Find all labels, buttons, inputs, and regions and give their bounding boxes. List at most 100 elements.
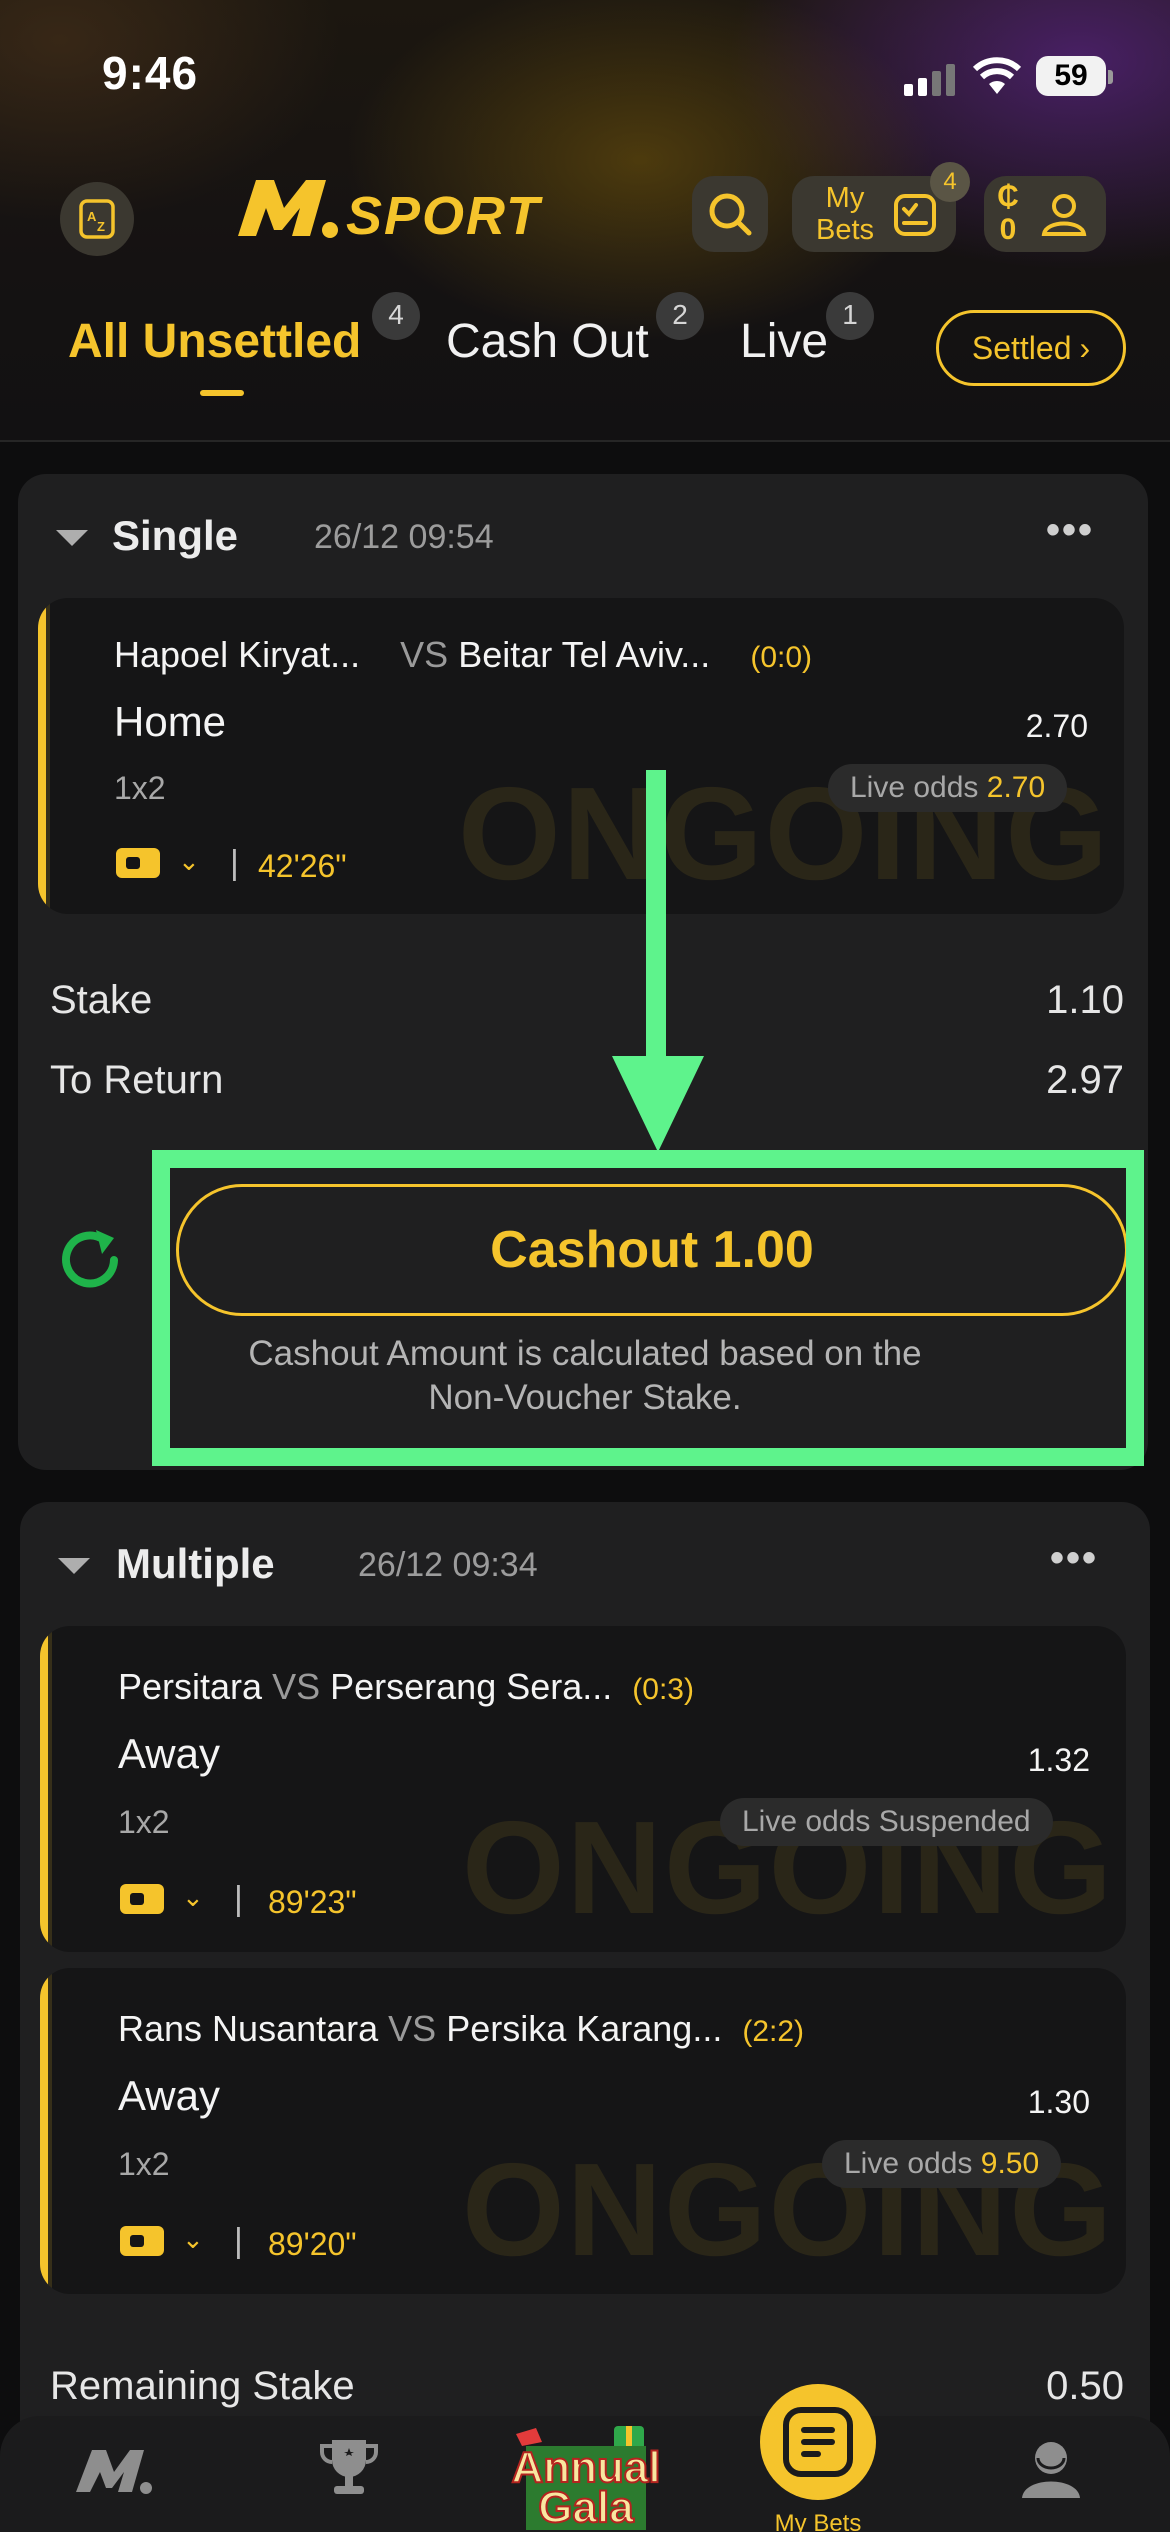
live-odds-suspended-pill: Live odds Suspended <box>720 1798 1053 1846</box>
multiple-section-title: Multiple <box>116 1540 275 1587</box>
status-time: 9:46 <box>102 47 199 99</box>
active-tab-indicator <box>200 390 244 396</box>
tab-cash-out[interactable]: Cash Out <box>446 314 649 369</box>
vs-label: VS <box>388 2008 437 2049</box>
market-type: 1x2 <box>118 1804 170 1840</box>
tab-cash-out-badge: 2 <box>656 292 704 340</box>
my-bets-nav-button[interactable] <box>760 2384 876 2500</box>
separator: | <box>234 2222 243 2260</box>
home-team: Rans Nusantara <box>118 2008 379 2049</box>
away-team: Persika Karang... <box>446 2008 723 2049</box>
home-team: Persitara <box>118 1666 263 1707</box>
annotation-arrow-shaft <box>646 770 666 1070</box>
search-icon <box>709 193 752 236</box>
chevron-down-icon[interactable]: ⌄ <box>178 846 200 877</box>
away-team: Beitar Tel Aviv... <box>458 634 711 675</box>
home-team: Hapoel Kiryat... <box>114 634 361 675</box>
collapse-triangle-icon[interactable] <box>58 1558 90 1574</box>
vs-label: VS <box>272 1666 321 1707</box>
wallet-balance: 0 <box>999 213 1017 246</box>
leg-accent-bar <box>40 1626 52 1952</box>
battery-icon: 59 <box>1036 56 1106 96</box>
battery-tip <box>1108 70 1113 84</box>
tab-all-unsettled-badge: 4 <box>372 292 420 340</box>
live-odds-label: Live odds <box>850 771 979 804</box>
my-bets-label-2: Bets <box>815 214 875 246</box>
selection-odds: 1.30 <box>1027 2084 1090 2120</box>
away-team: Perserang Sera... <box>330 1666 613 1707</box>
market-type: 1x2 <box>114 770 166 806</box>
tab-live-badge: 1 <box>826 292 874 340</box>
currency-symbol: ₵ <box>997 180 1019 213</box>
separator: | <box>230 844 239 882</box>
to-return-label: To Return <box>50 1058 224 1102</box>
separator: | <box>234 1880 243 1918</box>
match-teams: Persitara VS Perserang Sera... (0:3) <box>118 1666 694 1708</box>
more-options-icon[interactable]: ••• <box>1046 508 1094 553</box>
settled-button[interactable]: Settled › <box>936 310 1126 386</box>
my-bets-count-badge: 4 <box>930 162 970 202</box>
my-bets-button[interactable]: My Bets 4 <box>792 162 970 252</box>
live-odds-pill: Live odds 2.70 <box>828 764 1068 812</box>
wifi-icon <box>972 56 1022 96</box>
chevron-down-icon[interactable]: ⌄ <box>182 2224 204 2255</box>
annotation-arrow-head <box>612 1056 704 1152</box>
bet-list-icon <box>783 2407 853 2477</box>
refresh-icon[interactable] <box>52 1222 128 1298</box>
single-bet-date: 26/12 09:54 <box>314 518 494 556</box>
remaining-stake-value: 0.50 <box>1046 2364 1124 2408</box>
svg-text:Z: Z <box>97 219 105 234</box>
user-icon <box>1041 194 1087 236</box>
profile-icon[interactable] <box>1016 2434 1086 2509</box>
gala-line-2: Gala <box>537 2483 634 2532</box>
tab-live[interactable]: Live <box>740 314 828 369</box>
multiple-leg-2[interactable]: ONGOING Rans Nusantara VS Persika Karang… <box>40 1968 1126 2294</box>
stake-label: Stake <box>50 978 153 1022</box>
search-button[interactable] <box>692 176 768 252</box>
live-odds-pill: Live odds 9.50 <box>822 2140 1062 2188</box>
vs-label: VS <box>400 634 449 675</box>
match-clock: 89'20" <box>268 2226 357 2262</box>
match-score: (0:3) <box>632 1673 694 1706</box>
annual-gala-promo[interactable]: Annual Gala <box>496 2424 676 2532</box>
single-leg[interactable]: ONGOING Hapoel Kiryat... VS Beitar Tel A… <box>38 598 1124 914</box>
live-tv-icon[interactable] <box>120 1884 164 1914</box>
stake-value: 1.10 <box>1046 978 1124 1022</box>
match-clock: 42'26" <box>258 848 347 884</box>
my-bets-label-1: My <box>825 182 865 214</box>
match-teams: Hapoel Kiryat... VS Beitar Tel Aviv... (… <box>114 634 812 676</box>
sort-az-icon[interactable]: AZ <box>60 182 134 256</box>
match-score: (0:0) <box>750 641 813 674</box>
account-wallet-button[interactable]: ₵ 0 <box>984 176 1106 252</box>
market-type: 1x2 <box>118 2146 170 2182</box>
live-odds-value: 2.70 <box>986 771 1046 804</box>
trophy-icon[interactable] <box>314 2432 384 2507</box>
chevron-right-icon: › <box>1079 329 1091 366</box>
svg-text:A: A <box>87 209 97 224</box>
selection-odds: 1.32 <box>1027 1742 1090 1778</box>
live-tv-icon[interactable] <box>116 848 160 878</box>
single-section-title: Single <box>112 512 239 559</box>
match-clock: 89'23" <box>268 1884 357 1920</box>
home-logo-icon[interactable] <box>72 2442 156 2503</box>
brand-logo: SPORT <box>234 170 614 250</box>
live-odds-value: 9.50 <box>980 2147 1040 2180</box>
more-options-icon[interactable]: ••• <box>1050 1536 1098 1581</box>
chevron-down-icon[interactable]: ⌄ <box>182 1882 204 1913</box>
my-bets-nav-label: My Bets <box>774 2510 862 2532</box>
collapse-triangle-icon[interactable] <box>56 530 88 546</box>
tab-all-unsettled[interactable]: All Unsettled <box>68 314 361 369</box>
live-odds-label: Live odds <box>844 2147 973 2180</box>
selection-pick: Away <box>118 2072 220 2119</box>
match-teams: Rans Nusantara VS Persika Karang... (2:2… <box>118 2008 804 2050</box>
signal-icon <box>904 62 956 96</box>
svg-text:SPORT: SPORT <box>346 186 543 246</box>
to-return-value: 2.97 <box>1046 1058 1124 1102</box>
live-tv-icon[interactable] <box>120 2226 164 2256</box>
selection-pick: Home <box>114 698 227 745</box>
leg-accent-bar <box>38 598 50 914</box>
multiple-bet-date: 26/12 09:34 <box>358 1546 538 1584</box>
settled-label: Settled <box>971 329 1072 366</box>
multiple-leg-1[interactable]: ONGOING Persitara VS Perserang Sera... (… <box>40 1626 1126 1952</box>
leg-accent-bar <box>40 1968 52 2294</box>
